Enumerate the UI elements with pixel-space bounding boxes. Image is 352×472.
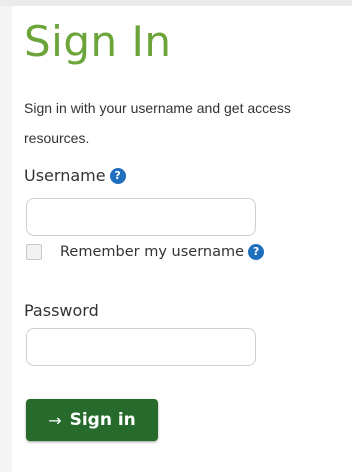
intro-text: Sign in with your username and get acces… <box>24 100 291 146</box>
sign-in-button-label: Sign in <box>69 410 136 430</box>
password-label: Password <box>24 301 99 320</box>
remember-username-checkbox[interactable] <box>26 244 42 260</box>
remember-username-row: Remember my username? <box>26 244 265 260</box>
username-label: Username <box>24 166 106 185</box>
sign-in-panel: Sign In Sign in with your username and g… <box>12 6 352 472</box>
remember-username-label[interactable]: Remember my username <box>60 244 244 260</box>
remember-help-icon[interactable]: ? <box>248 244 265 260</box>
username-label-row: Username? <box>24 166 126 186</box>
arrow-right-icon: → <box>48 410 62 430</box>
username-help-icon[interactable]: ? <box>109 168 126 184</box>
password-input[interactable] <box>26 328 256 366</box>
username-input[interactable] <box>26 198 256 236</box>
page-title: Sign In <box>24 17 172 66</box>
sign-in-button[interactable]: → Sign in <box>26 399 158 441</box>
